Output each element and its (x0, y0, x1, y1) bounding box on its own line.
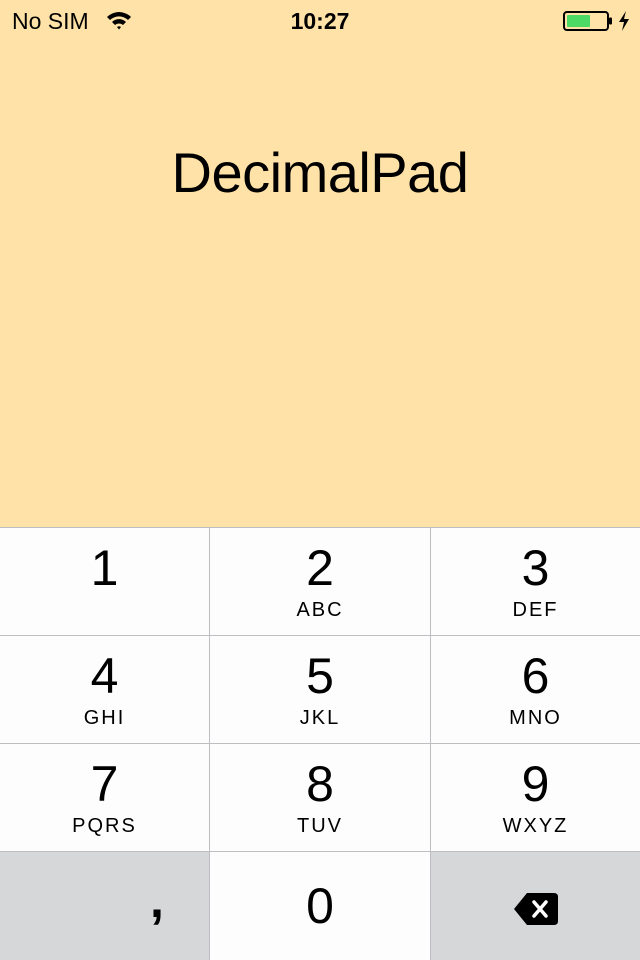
key-digit: 5 (306, 648, 334, 704)
status-bar: No SIM 10:27 (0, 0, 640, 40)
key-letters: JKL (299, 707, 341, 729)
key-1[interactable]: 1 (0, 528, 209, 635)
decimal-separator-label: , (150, 872, 164, 928)
key-digit: 6 (521, 648, 550, 704)
key-letters: TUV (297, 815, 343, 837)
key-letters: DEF (512, 599, 559, 621)
key-digit: 4 (90, 648, 119, 704)
battery-icon (563, 11, 612, 31)
key-5[interactable]: 5 JKL (210, 636, 430, 743)
battery-level-fill (567, 15, 590, 27)
key-digit: 1 (90, 540, 119, 596)
key-letters: PQRS (72, 815, 137, 837)
key-letters: GHI (83, 707, 126, 729)
key-3[interactable]: 3 DEF (431, 528, 640, 635)
key-digit: 2 (306, 540, 334, 596)
key-8[interactable]: 8 TUV (210, 744, 430, 851)
key-digit: 8 (306, 756, 334, 812)
key-letters: MNO (509, 707, 562, 729)
backspace-icon (514, 893, 558, 925)
key-0[interactable]: 0 (210, 852, 430, 960)
key-9[interactable]: 9 WXYZ (431, 744, 640, 851)
clock: 10:27 (290, 8, 350, 34)
key-letters: WXYZ (502, 815, 569, 837)
key-4[interactable]: 4 GHI (0, 636, 209, 743)
key-7[interactable]: 7 PQRS (0, 744, 209, 851)
key-6[interactable]: 6 MNO (431, 636, 640, 743)
bolt-icon (619, 11, 629, 31)
key-2[interactable]: 2 ABC (210, 528, 430, 635)
page-title: DecimalPad (171, 141, 469, 204)
key-digit: 9 (521, 756, 550, 812)
key-letters: ABC (296, 599, 344, 621)
key-digit: 3 (521, 540, 550, 596)
key-digit: 0 (306, 878, 334, 934)
decimal-separator-key[interactable]: , (0, 852, 209, 960)
key-digit: 7 (90, 756, 119, 812)
